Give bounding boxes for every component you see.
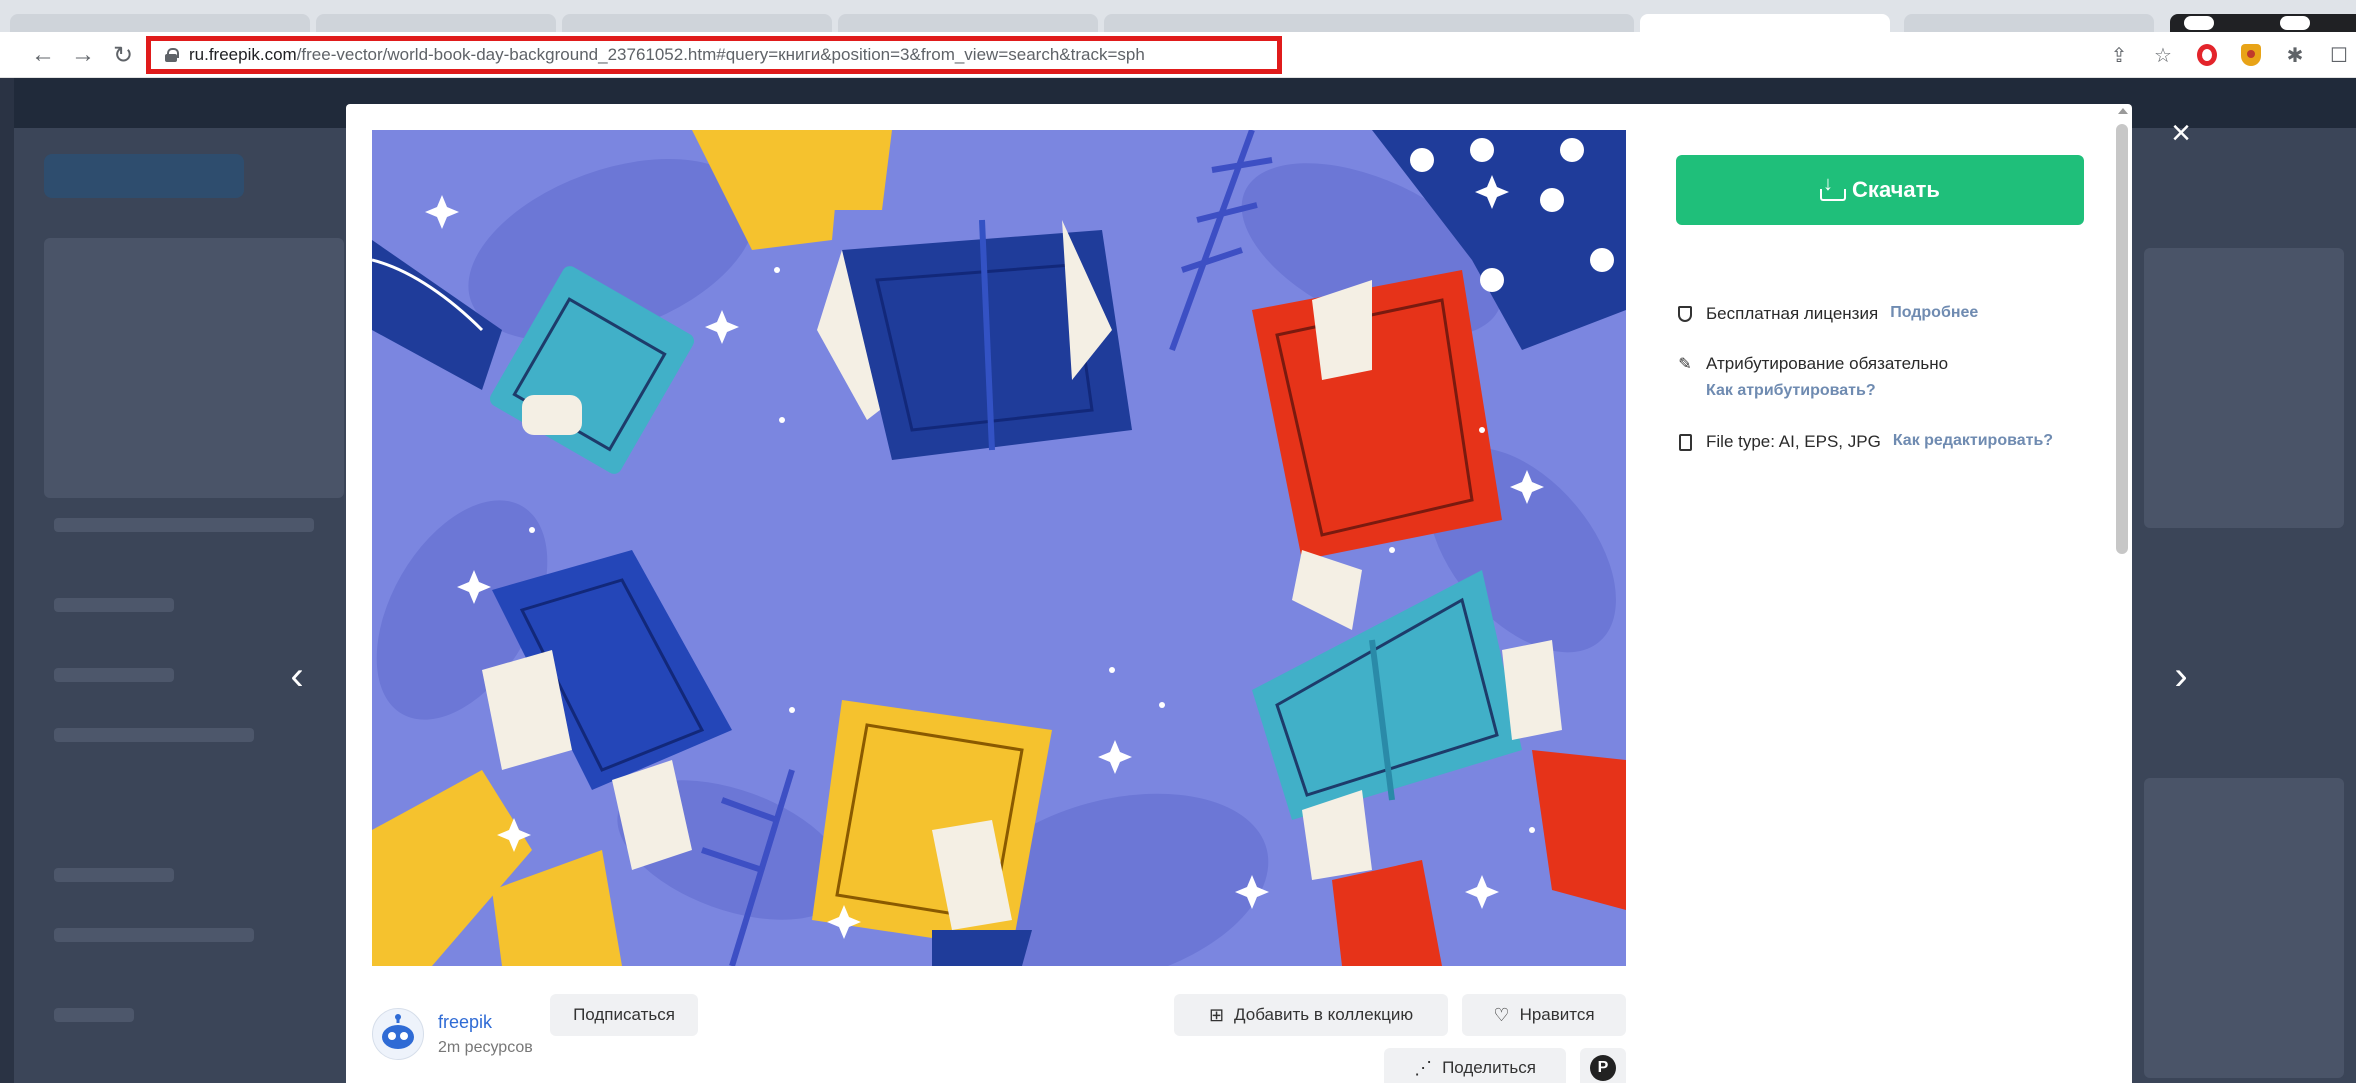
- attribution-pen-icon: ✎: [1678, 356, 1692, 373]
- chevron-right-icon[interactable]: ›: [2166, 656, 2196, 696]
- toolbar-actions: ⇪ ☆ ✱ ☐: [2106, 40, 2356, 70]
- window-icon[interactable]: ☐: [2326, 42, 2352, 68]
- background-line: [54, 1008, 134, 1022]
- tab-favicon: [2280, 16, 2310, 30]
- filetype-row: File type: AI, EPS, JPG Как редактироват…: [1676, 432, 2053, 452]
- preview-modal: Скачать Бесплатная лицензия Подробнее ✎ …: [346, 104, 2132, 1083]
- author-resources: 2m ресурсов: [438, 1038, 533, 1056]
- back-icon[interactable]: ←: [28, 40, 58, 70]
- tab-strip: [0, 0, 2356, 32]
- browser-tab-active[interactable]: [1640, 14, 1890, 32]
- share-page-icon[interactable]: ⇪: [2106, 42, 2132, 68]
- background-line: [54, 868, 174, 882]
- file-icon: [1676, 433, 1694, 451]
- modal-scrollbar[interactable]: [2116, 124, 2128, 554]
- background-card: [44, 238, 344, 498]
- tab-favicon: [2184, 16, 2214, 30]
- extensions-icon[interactable]: ✱: [2282, 42, 2308, 68]
- chevron-left-icon[interactable]: ‹: [282, 656, 312, 696]
- background-line: [54, 668, 174, 682]
- download-label: Скачать: [1852, 177, 1940, 202]
- background-line: [54, 928, 254, 942]
- browser-tab[interactable]: [316, 14, 556, 32]
- share-icon: ⋰: [1414, 1057, 1433, 1078]
- filetype-edit-link[interactable]: Как редактировать?: [1893, 432, 2053, 450]
- add-to-collection-button[interactable]: ⊞ Добавить в коллекцию: [1174, 994, 1448, 1036]
- filetype-value: AI, EPS, JPG: [1778, 432, 1881, 451]
- bookmark-star-icon[interactable]: ☆: [2150, 42, 2176, 68]
- background-line: [54, 518, 314, 532]
- license-more-link[interactable]: Подробнее: [1890, 304, 1978, 322]
- pinterest-button[interactable]: P: [1580, 1048, 1626, 1083]
- add-collection-label: Добавить в коллекцию: [1234, 1005, 1414, 1024]
- browser-tab[interactable]: [562, 14, 832, 32]
- opera-icon[interactable]: [2194, 42, 2220, 68]
- share-label: Поделиться: [1442, 1058, 1536, 1077]
- browser-tab[interactable]: [2170, 14, 2356, 32]
- like-button[interactable]: ♡ Нравится: [1462, 994, 1626, 1036]
- like-label: Нравится: [1519, 1005, 1595, 1024]
- lock-icon[interactable]: [165, 48, 179, 62]
- heart-icon: ♡: [1493, 1004, 1510, 1025]
- folder-plus-icon: ⊞: [1208, 1004, 1225, 1025]
- browser-tab[interactable]: [838, 14, 1098, 32]
- url-host: ru.freepik.com: [189, 45, 297, 64]
- license-row: Бесплатная лицензия Подробнее: [1676, 304, 1978, 324]
- book-day-illustration: [372, 130, 1626, 966]
- browser-tab[interactable]: [1104, 14, 1634, 32]
- url-text: ru.freepik.com/free-vector/world-book-da…: [189, 45, 1145, 65]
- avatar[interactable]: [372, 1008, 424, 1060]
- attribution-row: ✎ Атрибутирование обязательно Как атрибу…: [1676, 354, 1948, 400]
- ublock-icon[interactable]: [2238, 42, 2264, 68]
- background-card: [2144, 248, 2344, 528]
- background-line: [54, 728, 254, 742]
- author-block: freepik 2m ресурсов: [372, 1008, 533, 1060]
- share-button[interactable]: ⋰ Поделиться: [1384, 1048, 1566, 1083]
- download-button[interactable]: Скачать: [1676, 155, 2084, 225]
- close-icon[interactable]: ×: [2166, 116, 2196, 150]
- browser-tab[interactable]: [1904, 14, 2154, 32]
- download-icon: [1820, 173, 1847, 201]
- address-bar[interactable]: ru.freepik.com/free-vector/world-book-da…: [146, 36, 1282, 74]
- pinterest-icon: P: [1590, 1055, 1616, 1081]
- subscribe-button[interactable]: Подписаться: [550, 994, 698, 1036]
- filetype-label: File type:: [1706, 432, 1775, 451]
- license-label: Бесплатная лицензия: [1706, 304, 1879, 323]
- forward-icon[interactable]: →: [68, 40, 98, 70]
- author-name[interactable]: freepik: [438, 1012, 533, 1033]
- attribution-label: Атрибутирование обязательно: [1706, 354, 1949, 373]
- browser-toolbar: ← → ↻ ru.freepik.com/free-vector/world-b…: [0, 32, 2356, 78]
- url-path: /free-vector/world-book-day-background_2…: [296, 45, 1145, 64]
- background-line: [54, 598, 174, 612]
- subscribe-label: Подписаться: [573, 1005, 675, 1024]
- freepik-robot-icon: [382, 1014, 414, 1049]
- background-logo: [44, 154, 244, 198]
- scroll-up-arrow[interactable]: [2118, 108, 2128, 114]
- shield-icon: [1676, 305, 1694, 323]
- attribution-how-link[interactable]: Как атрибутировать?: [1706, 382, 1948, 400]
- reload-icon[interactable]: ↻: [108, 40, 138, 70]
- browser-tab[interactable]: [10, 14, 310, 32]
- background-card: [2144, 778, 2344, 1078]
